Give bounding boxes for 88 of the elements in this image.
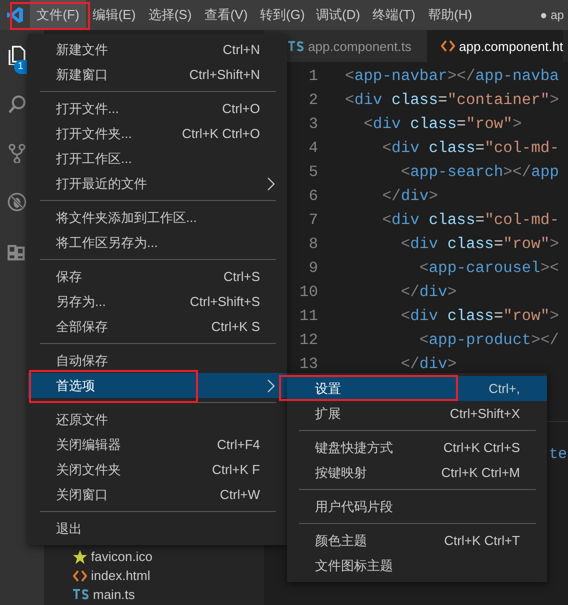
- menu-item[interactable]: 扩展 Ctrl+Shift+X: [287, 401, 547, 426]
- code-line: <div class="col-md-: [381, 138, 559, 159]
- menu-item[interactable]: 首选项: [28, 373, 287, 398]
- shortcut-label: Ctrl+W: [220, 487, 260, 502]
- line-number: 3: [308, 114, 318, 135]
- line-number: 10: [298, 282, 318, 303]
- star-icon: [73, 550, 87, 564]
- code-line: </div>: [400, 354, 457, 375]
- code-line: </div>: [400, 282, 457, 303]
- typescript-icon: [288, 40, 304, 52]
- menu-bar-item[interactable]: 调试(D): [310, 0, 366, 30]
- menu-item[interactable]: 打开工作区...: [28, 146, 287, 171]
- menu-bar-item[interactable]: 选择(S): [142, 0, 198, 30]
- code-line: <app-search></app: [400, 162, 559, 183]
- menu-bar-item[interactable]: 终端(T): [366, 0, 422, 30]
- file-name[interactable]: index.html: [91, 568, 150, 583]
- line-number: 1: [308, 66, 318, 87]
- menu-item[interactable]: 打开文件夹... Ctrl+K Ctrl+O: [28, 121, 287, 146]
- line-number: 11: [298, 306, 318, 327]
- search-icon[interactable]: [7, 94, 27, 114]
- menu-item[interactable]: 关闭编辑器 Ctrl+F4: [28, 432, 287, 457]
- menu-item[interactable]: 打开文件... Ctrl+O: [28, 96, 287, 121]
- line-number: 9: [308, 258, 318, 279]
- shortcut-label: Ctrl+K S: [211, 319, 260, 334]
- menu-bar-item[interactable]: 转到(G): [254, 0, 310, 30]
- menu-item[interactable]: 关闭窗口 Ctrl+W: [28, 482, 287, 507]
- shortcut-label: Ctrl+K Ctrl+S: [443, 440, 520, 455]
- menu-item[interactable]: 设置 Ctrl+,: [287, 376, 547, 401]
- menu-item[interactable]: 打开最近的文件: [28, 171, 287, 196]
- menu-item[interactable]: 将工作区另存为...: [28, 230, 287, 255]
- menu-item[interactable]: 按键映射 Ctrl+K Ctrl+M: [287, 460, 547, 485]
- shortcut-label: Ctrl+Shift+N: [189, 67, 260, 82]
- menu-item[interactable]: 文件图标主题: [287, 553, 547, 578]
- code-brackets-icon: [441, 40, 455, 52]
- shortcut-label: Ctrl+F4: [217, 437, 260, 452]
- line-number: 7: [308, 210, 318, 231]
- menu-bar-item[interactable]: 编辑(E): [86, 0, 142, 30]
- shortcut-label: Ctrl+O: [222, 101, 260, 116]
- menu-bar-item[interactable]: 帮助(H): [422, 0, 478, 30]
- editor-tab[interactable]: app.component.ht: [427, 30, 564, 62]
- app-logo-icon[interactable]: [7, 6, 23, 24]
- code-line: <app-navbar></app-navba: [345, 66, 559, 87]
- menu-item[interactable]: 用户代码片段: [287, 494, 547, 519]
- code-line: </div>: [381, 186, 438, 207]
- file-name[interactable]: favicon.ico: [91, 549, 152, 564]
- shortcut-label: Ctrl+K Ctrl+O: [182, 126, 260, 141]
- menu-item[interactable]: 退出: [28, 516, 287, 541]
- code-line: <div class="col-md-: [381, 210, 559, 231]
- menu-item[interactable]: 自动保存: [28, 348, 287, 373]
- shortcut-label: Ctrl+K Ctrl+T: [444, 533, 520, 548]
- window-title: ● ap: [540, 8, 565, 22]
- notification-badge: 1: [14, 60, 27, 74]
- line-number: 13: [298, 354, 318, 375]
- shortcut-label: Ctrl+K Ctrl+M: [441, 465, 520, 480]
- line-number: 5: [308, 162, 318, 183]
- file-name[interactable]: main.ts: [93, 587, 135, 602]
- code-text: te: [549, 446, 568, 463]
- menu-item[interactable]: 保存 Ctrl+S: [28, 264, 287, 289]
- shortcut-label: Ctrl+K F: [212, 462, 260, 477]
- menu-item[interactable]: 关闭文件夹 Ctrl+K F: [28, 457, 287, 482]
- menu-item[interactable]: 颜色主题 Ctrl+K Ctrl+T: [287, 528, 547, 553]
- code-line: <div class="row">: [400, 234, 559, 255]
- menu-item[interactable]: 将文件夹添加到工作区...: [28, 205, 287, 230]
- menu-item[interactable]: 还原文件: [28, 407, 287, 432]
- menu-item[interactable]: 新建窗口 Ctrl+Shift+N: [28, 62, 287, 87]
- menu-bar-item[interactable]: 查看(V): [198, 0, 254, 30]
- menu-item[interactable]: 键盘快捷方式 Ctrl+K Ctrl+S: [287, 435, 547, 460]
- shortcut-label: Ctrl+S: [224, 269, 260, 284]
- code-line: <div class="container">: [345, 90, 559, 111]
- line-number: 2: [308, 90, 318, 111]
- line-number: 6: [308, 186, 318, 207]
- menu-item[interactable]: 全部保存 Ctrl+K S: [28, 314, 287, 339]
- line-number: 12: [298, 330, 318, 351]
- source-control-icon[interactable]: [7, 142, 27, 162]
- line-number: 8: [308, 234, 318, 255]
- code-line: <app-product></: [418, 330, 559, 351]
- shortcut-label: Ctrl+,: [488, 381, 520, 396]
- code-line: <div class="row">: [400, 306, 559, 327]
- shortcut-label: Ctrl+Shift+S: [190, 294, 260, 309]
- code-line: <app-carousel><: [418, 258, 559, 279]
- shortcut-label: Ctrl+Shift+X: [450, 406, 520, 421]
- code-line: <div class="row">: [362, 114, 522, 135]
- code-brackets-icon: [73, 570, 87, 582]
- typescript-icon: [73, 589, 89, 600]
- debug-icon[interactable]: [7, 192, 27, 212]
- shortcut-label: Ctrl+N: [222, 42, 260, 57]
- menu-item[interactable]: 另存为... Ctrl+Shift+S: [28, 289, 287, 314]
- line-number: 4: [308, 138, 318, 159]
